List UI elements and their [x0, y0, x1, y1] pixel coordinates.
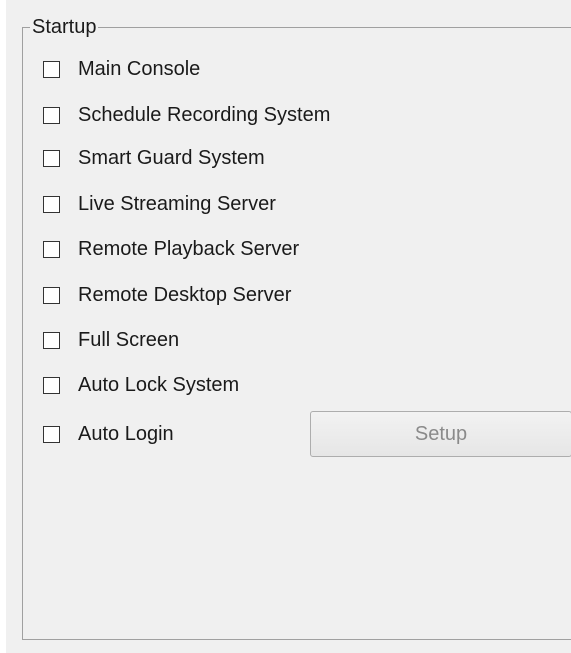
auto-login-label: Auto Login: [78, 423, 174, 445]
smart-guard-system-checkbox[interactable]: [43, 149, 60, 167]
auto-lock-system-checkbox[interactable]: [43, 376, 60, 394]
option-auto-login[interactable]: Auto Login: [43, 421, 174, 447]
option-smart-guard-system[interactable]: Smart Guard System: [43, 145, 265, 171]
setup-button[interactable]: Setup: [310, 411, 571, 457]
option-schedule-recording-system[interactable]: Schedule Recording System: [43, 102, 330, 128]
option-auto-lock-system[interactable]: Auto Lock System: [43, 372, 239, 398]
option-full-screen[interactable]: Full Screen: [43, 327, 179, 353]
startup-group-title: Startup: [30, 16, 99, 38]
option-remote-playback-server[interactable]: Remote Playback Server: [43, 236, 299, 262]
auto-login-checkbox[interactable]: [43, 425, 60, 443]
remote-desktop-server-checkbox[interactable]: [43, 286, 60, 304]
live-streaming-server-label: Live Streaming Server: [78, 193, 276, 215]
remote-desktop-server-label: Remote Desktop Server: [78, 284, 292, 306]
option-remote-desktop-server[interactable]: Remote Desktop Server: [43, 282, 291, 308]
live-streaming-server-checkbox[interactable]: [43, 195, 60, 213]
schedule-recording-system-label: Schedule Recording System: [78, 104, 331, 126]
full-screen-label: Full Screen: [78, 329, 180, 351]
smart-guard-system-label: Smart Guard System: [78, 147, 265, 169]
remote-playback-server-checkbox[interactable]: [43, 240, 60, 258]
option-live-streaming-server[interactable]: Live Streaming Server: [43, 191, 276, 217]
schedule-recording-system-checkbox[interactable]: [43, 106, 60, 124]
option-main-console[interactable]: Main Console: [43, 56, 200, 82]
remote-playback-server-label: Remote Playback Server: [78, 238, 300, 260]
auto-lock-system-label: Auto Lock System: [78, 374, 240, 396]
main-console-label: Main Console: [78, 58, 201, 80]
main-console-checkbox[interactable]: [43, 60, 60, 78]
full-screen-checkbox[interactable]: [43, 331, 60, 349]
